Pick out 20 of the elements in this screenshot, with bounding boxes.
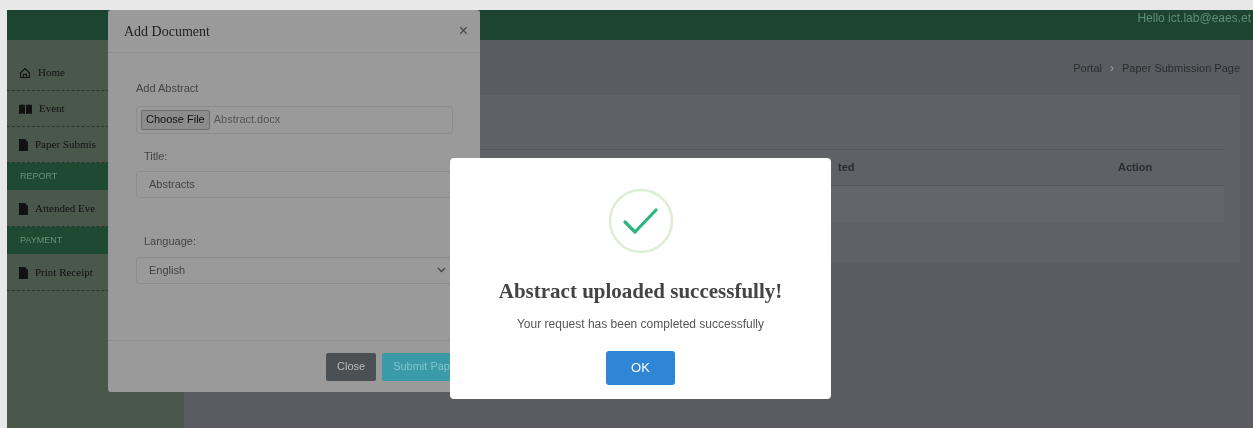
language-select[interactable]: English: [136, 256, 453, 284]
close-button[interactable]: Close: [326, 352, 377, 381]
file-icon: [19, 266, 28, 279]
book-icon: [19, 103, 32, 114]
file-name: Abstract.docx: [213, 112, 281, 128]
modal-title: Add Document: [124, 22, 210, 41]
breadcrumb-separator: ›: [1110, 60, 1114, 77]
file-icon: [19, 202, 28, 215]
user-greeting: Hello ict.lab@eaes.et: [1137, 11, 1251, 25]
chevron-down-icon: [437, 267, 446, 273]
choose-file-button[interactable]: Choose File: [141, 109, 210, 130]
checkmark-icon: [607, 188, 674, 254]
dialog-title: Abstract uploaded successfully!: [498, 278, 783, 305]
ok-button[interactable]: OK: [606, 350, 675, 385]
file-input[interactable]: Choose File Abstract.docx: [136, 105, 453, 134]
title-field[interactable]: Abstracts: [136, 171, 453, 198]
file-icon: [19, 138, 28, 151]
field-label: Title:: [143, 148, 169, 164]
dialog-message: Your request has been completed successfully: [516, 315, 764, 333]
home-icon: [19, 66, 31, 79]
